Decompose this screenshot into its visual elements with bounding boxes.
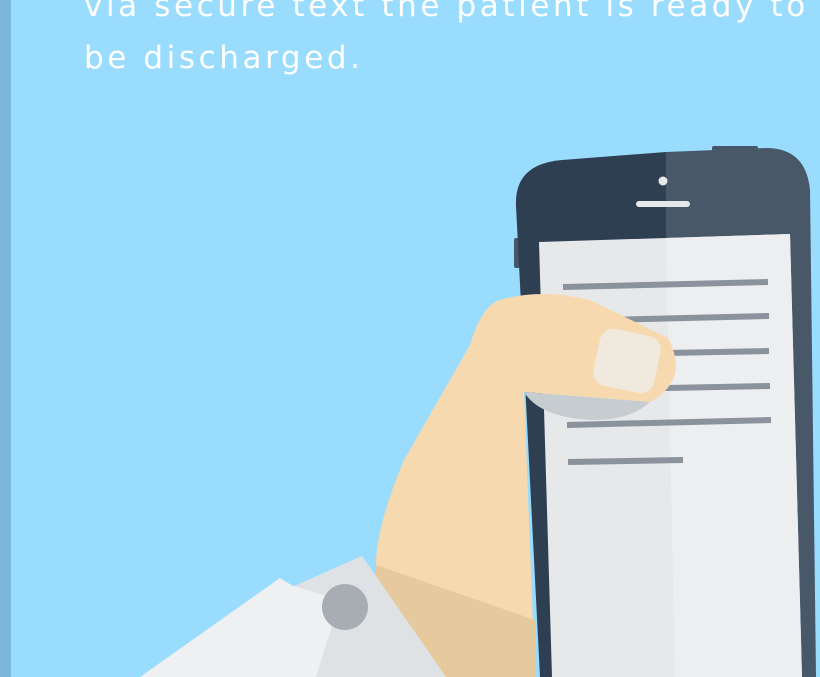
cuff-button	[322, 584, 368, 630]
message-line-6	[567, 457, 684, 465]
phone-speaker-icon	[636, 201, 690, 207]
phone-screen-shade	[666, 234, 802, 677]
illustration	[140, 146, 816, 677]
phone-camera-icon	[658, 176, 668, 186]
